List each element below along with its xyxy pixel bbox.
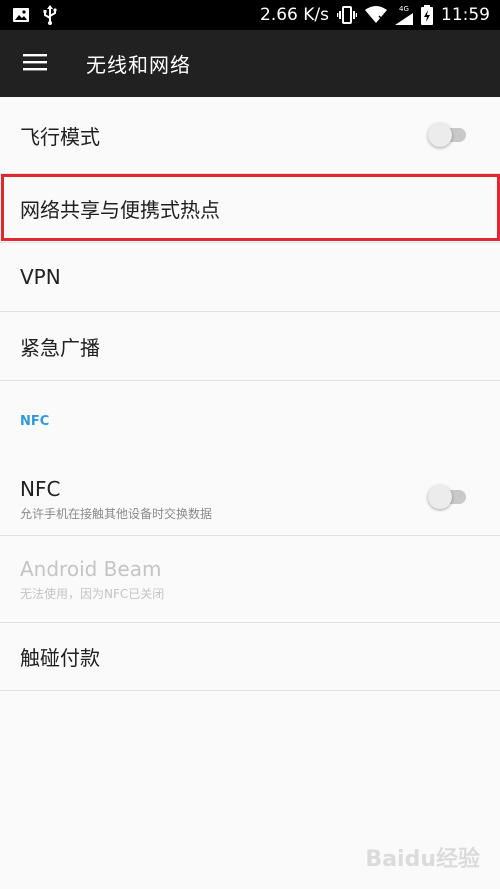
android-beam-summary: 无法使用，因为NFC已关闭 — [20, 586, 165, 601]
status-bar: 2.66 K/s 4G 11:59 — [0, 0, 500, 30]
nfc-texts: NFC 允许手机在接触其他设备时交换数据 — [20, 477, 212, 522]
switch-thumb — [428, 123, 452, 147]
nfc-label: NFC — [20, 476, 61, 501]
battery-charging-icon — [421, 5, 433, 25]
vibrate-icon — [337, 6, 357, 24]
menu-button[interactable] — [0, 30, 70, 97]
emergency-broadcast-row[interactable]: 紧急广播 — [0, 312, 500, 381]
vpn-label: VPN — [20, 265, 61, 289]
app-bar: 无线和网络 — [0, 30, 500, 97]
nfc-row[interactable]: NFC 允许手机在接触其他设备时交换数据 — [0, 459, 500, 536]
cell-signal-icon: 4G — [395, 5, 413, 25]
airplane-mode-label: 飞行模式 — [20, 124, 100, 149]
android-beam-texts: Android Beam 无法使用，因为NFC已关闭 — [20, 557, 164, 602]
clock: 11:59 — [441, 5, 490, 25]
nfc-switch[interactable] — [428, 485, 468, 509]
page-title: 无线和网络 — [86, 53, 191, 77]
image-icon — [12, 7, 30, 23]
airplane-mode-row[interactable]: 飞行模式 — [0, 97, 500, 174]
tethering-hotspot-label: 网络共享与便携式热点 — [20, 197, 220, 222]
airplane-mode-switch[interactable] — [428, 123, 468, 147]
signal-label: 4G — [399, 5, 409, 13]
nfc-section-header: NFC — [20, 413, 50, 429]
nfc-summary: 允许手机在接触其他设备时交换数据 — [20, 506, 213, 521]
switch-thumb — [428, 485, 452, 509]
vpn-row[interactable]: VPN — [0, 243, 500, 312]
tap-and-pay-label: 触碰付款 — [20, 646, 100, 670]
nfc-section-header-row: NFC — [0, 381, 500, 459]
network-speed: 2.66 K/s — [260, 5, 329, 25]
watermark: Baidu经验 — [365, 847, 480, 872]
tap-and-pay-row[interactable]: 触碰付款 — [0, 623, 500, 691]
emergency-broadcast-label: 紧急广播 — [20, 335, 100, 360]
usb-icon — [42, 5, 58, 25]
wifi-icon — [365, 6, 387, 24]
settings-list: 飞行模式 网络共享与便携式热点 VPN 紧急广播 NFC NFC 允许手机在接触… — [0, 97, 500, 691]
hamburger-menu-icon — [23, 53, 47, 75]
tethering-hotspot-row[interactable]: 网络共享与便携式热点 — [0, 174, 500, 243]
android-beam-label: Android Beam — [20, 556, 162, 581]
android-beam-row: Android Beam 无法使用，因为NFC已关闭 — [0, 536, 500, 623]
